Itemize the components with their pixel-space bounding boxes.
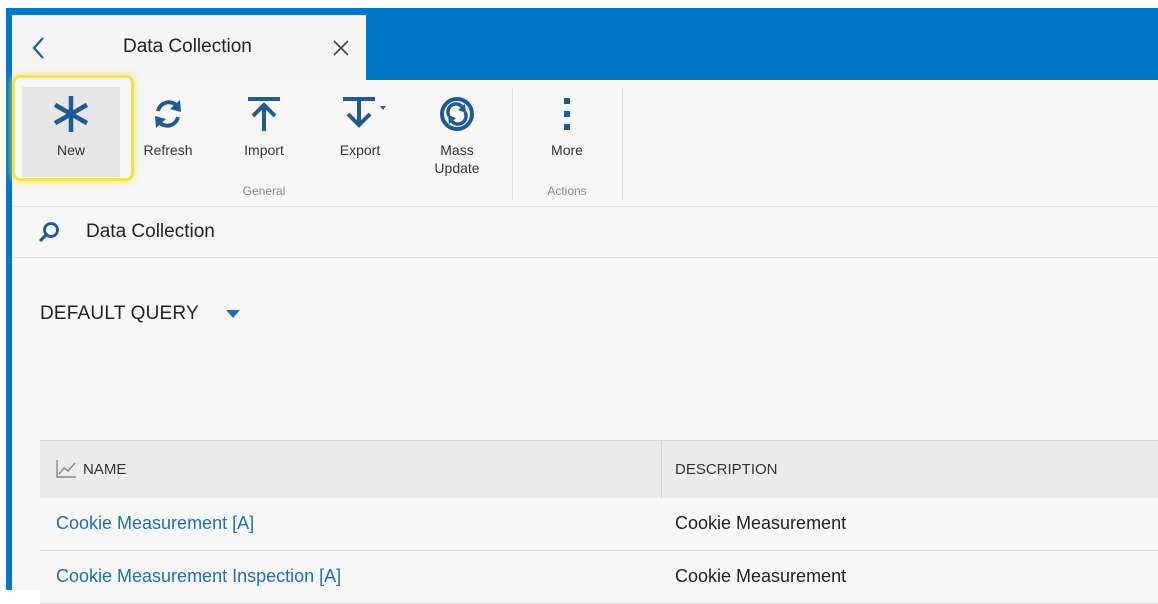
mass-update-button[interactable]: Mass Update bbox=[409, 87, 505, 177]
column-header-description[interactable]: DESCRIPTION bbox=[675, 461, 778, 478]
table-row[interactable]: Cookie Measurement Inspection [A] Cookie… bbox=[40, 551, 1158, 604]
asterisk-icon bbox=[22, 95, 120, 133]
refresh-button-label: Refresh bbox=[143, 142, 193, 158]
query-selected-value: DEFAULT QUERY bbox=[40, 303, 199, 324]
new-button[interactable]: New bbox=[22, 87, 120, 177]
column-header-name-label: NAME bbox=[83, 461, 127, 478]
search-icon[interactable] bbox=[38, 221, 60, 243]
more-button[interactable]: More bbox=[519, 87, 615, 177]
row-description: Cookie Measurement bbox=[675, 566, 847, 586]
back-chevron-icon[interactable] bbox=[30, 35, 48, 61]
ribbon-group-separator bbox=[622, 88, 623, 200]
tab-data-collection[interactable]: Data Collection bbox=[12, 15, 366, 81]
ribbon-toolbar: New Refresh Import Export Mass Update Mo… bbox=[12, 75, 1158, 207]
import-button[interactable]: Import bbox=[216, 87, 312, 177]
mass-update-label-line1: Mass bbox=[440, 142, 474, 158]
refresh-icon bbox=[120, 95, 216, 133]
mass-update-label-line2: Update bbox=[434, 160, 480, 176]
table-row[interactable]: Cookie Measurement [A] Cookie Measuremen… bbox=[40, 498, 1158, 551]
mass-update-icon bbox=[409, 95, 505, 133]
refresh-button[interactable]: Refresh bbox=[120, 87, 216, 177]
mass-update-button-label: Mass Update bbox=[409, 141, 505, 177]
line-chart-icon bbox=[55, 459, 77, 479]
more-button-label: More bbox=[551, 142, 583, 158]
caret-down-icon bbox=[225, 310, 240, 318]
row-description: Cookie Measurement bbox=[675, 513, 847, 533]
import-icon bbox=[216, 95, 312, 133]
export-button[interactable]: Export bbox=[312, 87, 408, 177]
export-button-label: Export bbox=[339, 142, 381, 158]
search-text[interactable]: Data Collection bbox=[86, 221, 215, 243]
ribbon-group-actions-label: Actions bbox=[547, 184, 587, 198]
row-name-link[interactable]: Cookie Measurement Inspection [A] bbox=[56, 566, 341, 587]
import-button-label: Import bbox=[244, 142, 284, 158]
close-icon[interactable] bbox=[330, 37, 352, 59]
row-name-link[interactable]: Cookie Measurement [A] bbox=[56, 513, 254, 534]
column-header-name[interactable]: NAME bbox=[40, 441, 662, 498]
grid-header: NAME DESCRIPTION bbox=[40, 440, 1158, 499]
app-window: Data Collection New Refresh Import Expor… bbox=[0, 0, 1158, 604]
data-grid: NAME DESCRIPTION Cookie Measurement [A] … bbox=[40, 440, 1158, 604]
tab-title: Data Collection bbox=[123, 36, 252, 57]
new-button-label: New bbox=[56, 142, 85, 158]
main-content: New Refresh Import Export Mass Update Mo… bbox=[12, 75, 1158, 604]
query-dropdown[interactable]: DEFAULT QUERY bbox=[40, 302, 241, 326]
more-vertical-icon bbox=[519, 95, 615, 133]
export-icon bbox=[312, 95, 408, 133]
ribbon-group-general-label: General bbox=[242, 184, 286, 198]
search-bar[interactable]: Data Collection bbox=[12, 207, 1158, 258]
ribbon-group-separator bbox=[512, 88, 513, 200]
chevron-down-icon bbox=[380, 106, 386, 110]
